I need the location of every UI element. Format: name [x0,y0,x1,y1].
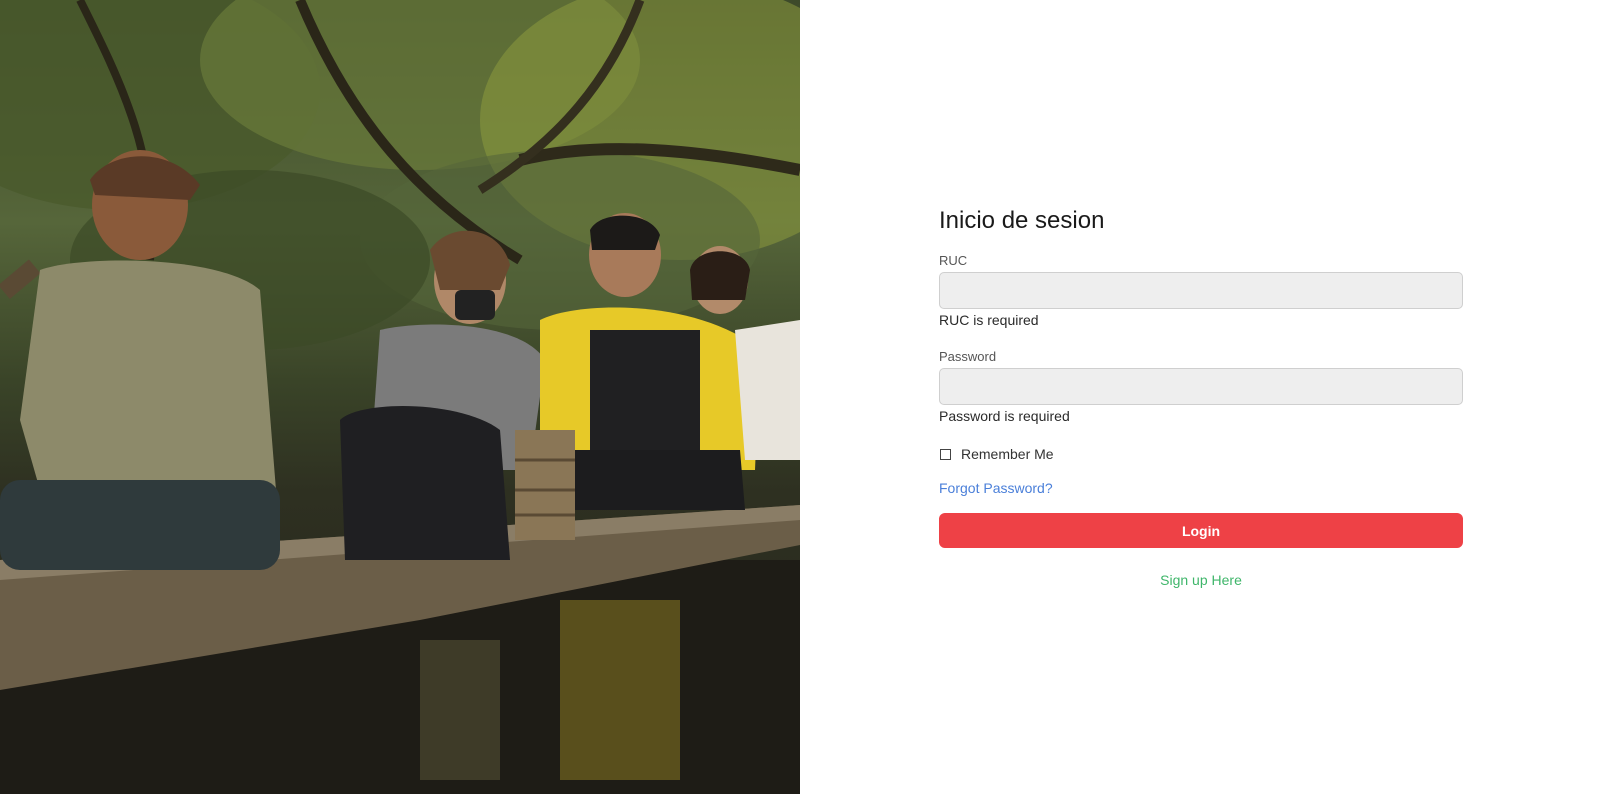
ruc-error: RUC is required [939,312,1039,328]
password-input[interactable] [939,368,1463,405]
page-title: Inicio de sesion [939,207,1105,234]
ruc-label: RUC [939,253,968,268]
remember-me-label: Remember Me [961,446,1054,462]
ruc-input[interactable] [939,272,1463,309]
canoe-photo-illustration [0,0,800,794]
signup-link[interactable]: Sign up Here [939,572,1463,588]
forgot-password-link[interactable]: Forgot Password? [939,479,1053,497]
remember-me-checkbox[interactable] [940,448,951,460]
login-form: Inicio de sesion RUC RUC is required Pas… [939,205,1463,588]
password-group: Password Password is required [939,349,1463,425]
remember-me-row[interactable]: Remember Me [939,445,1463,463]
hero-photo [0,0,800,794]
login-button[interactable]: Login [939,513,1463,548]
ruc-group: RUC RUC is required [939,253,1463,329]
password-error: Password is required [939,408,1070,424]
password-label: Password [939,349,997,364]
login-page: Inicio de sesion RUC RUC is required Pas… [0,0,1600,794]
login-panel: Inicio de sesion RUC RUC is required Pas… [800,0,1600,794]
